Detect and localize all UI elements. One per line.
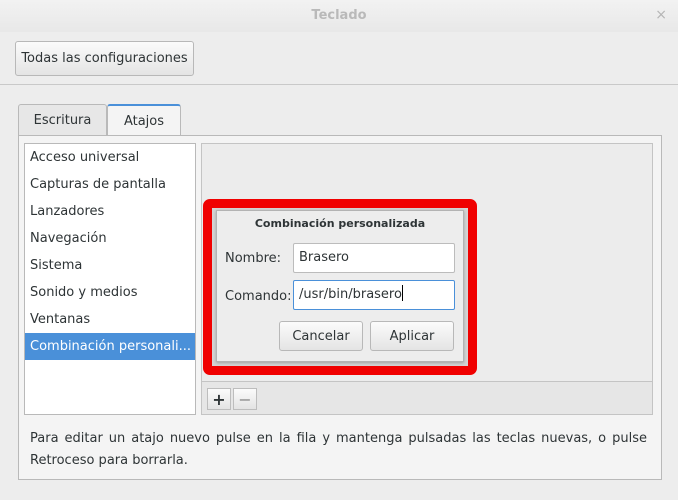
header-bar: Todas las configuraciones	[0, 32, 678, 85]
command-input-value: /usr/bin/brasero	[299, 287, 402, 302]
window-titlebar: Teclado ×	[0, 0, 678, 33]
cancel-button[interactable]: Cancelar	[279, 321, 363, 351]
apply-button[interactable]: Aplicar	[370, 321, 454, 351]
text-cursor	[401, 285, 403, 301]
category-item-sistema[interactable]: Sistema	[25, 252, 195, 279]
category-item-sonido[interactable]: Sonido y medios	[25, 279, 195, 306]
plus-icon: +	[212, 389, 226, 409]
name-label: Nombre:	[225, 251, 282, 266]
close-icon[interactable]: ×	[655, 7, 667, 23]
shortcut-toolbar: + −	[201, 382, 653, 415]
remove-shortcut-button[interactable]: −	[233, 388, 257, 410]
tab-escritura[interactable]: Escritura	[18, 104, 107, 136]
shortcut-hint-text: Para editar un atajo nuevo pulse en la f…	[30, 431, 647, 468]
category-item-acceso-universal[interactable]: Acceso universal	[25, 144, 195, 171]
name-input-value: Brasero	[299, 250, 350, 265]
minus-icon: −	[238, 389, 252, 409]
name-input[interactable]: Brasero	[293, 243, 455, 273]
category-item-ventanas[interactable]: Ventanas	[25, 306, 195, 333]
category-list: Acceso universal Capturas de pantalla La…	[24, 143, 196, 415]
command-input[interactable]: /usr/bin/brasero	[293, 280, 455, 310]
custom-shortcut-dialog: Combinación personalizada Nombre: Braser…	[216, 210, 464, 362]
category-item-navegacion[interactable]: Navegación	[25, 225, 195, 252]
dialog-title: Combinación personalizada	[254, 217, 426, 230]
all-settings-button[interactable]: Todas las configuraciones	[15, 41, 194, 76]
tab-atajos[interactable]: Atajos	[107, 104, 181, 137]
category-item-lanzadores[interactable]: Lanzadores	[25, 198, 195, 225]
add-shortcut-button[interactable]: +	[207, 388, 231, 410]
category-item-combinacion-personalizada[interactable]: Combinación personali...	[25, 333, 195, 360]
category-item-capturas[interactable]: Capturas de pantalla	[25, 171, 195, 198]
window-title: Teclado	[311, 8, 367, 23]
command-label: Comando:	[225, 289, 292, 304]
